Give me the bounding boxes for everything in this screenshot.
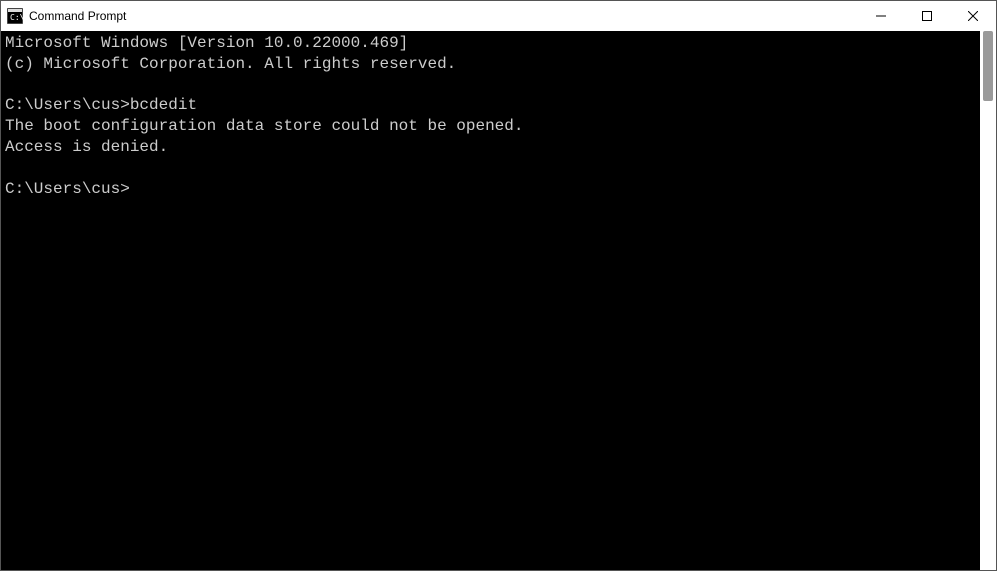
terminal-prompt: C:\Users\cus>: [5, 180, 130, 198]
terminal-command: bcdedit: [130, 96, 197, 114]
svg-text:C:\: C:\: [10, 13, 23, 22]
titlebar[interactable]: C:\ Command Prompt: [1, 1, 996, 31]
terminal-line: The boot configuration data store could …: [5, 117, 523, 135]
terminal-line: Access is denied.: [5, 138, 168, 156]
command-prompt-window: C:\ Command Prompt Microsoft Windows [Ve…: [0, 0, 997, 571]
titlebar-left: C:\ Command Prompt: [7, 8, 126, 24]
scrollbar-track[interactable]: [980, 31, 996, 570]
command-prompt-icon: C:\: [7, 8, 23, 24]
terminal-line: (c) Microsoft Corporation. All rights re…: [5, 55, 456, 73]
window-controls: [858, 1, 996, 31]
terminal-line: Microsoft Windows [Version 10.0.22000.46…: [5, 34, 408, 52]
content-area: Microsoft Windows [Version 10.0.22000.46…: [1, 31, 996, 570]
terminal-output[interactable]: Microsoft Windows [Version 10.0.22000.46…: [1, 31, 980, 570]
scrollbar-thumb[interactable]: [983, 31, 993, 101]
maximize-button[interactable]: [904, 1, 950, 31]
terminal-prompt: C:\Users\cus>: [5, 96, 130, 114]
minimize-button[interactable]: [858, 1, 904, 31]
close-button[interactable]: [950, 1, 996, 31]
window-title: Command Prompt: [29, 9, 126, 23]
